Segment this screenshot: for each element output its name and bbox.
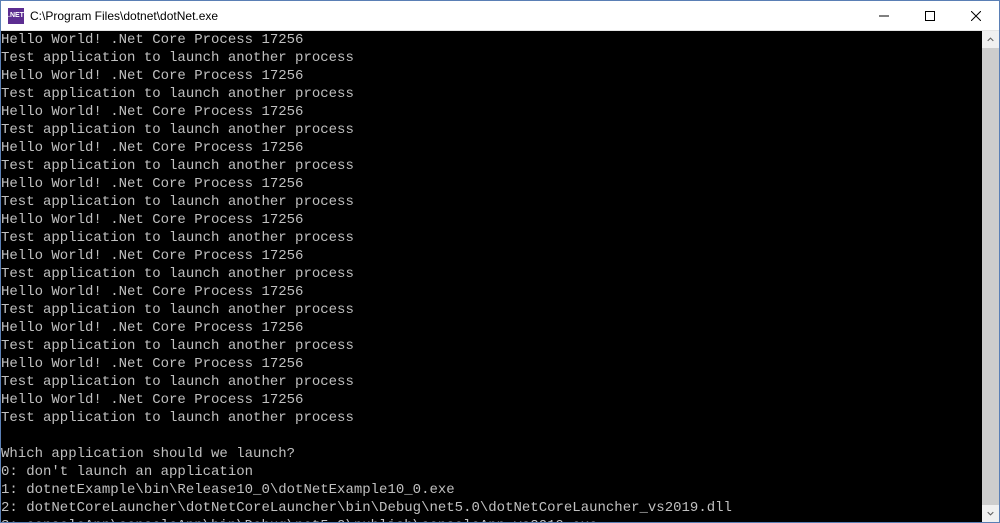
window-controls — [861, 1, 999, 30]
console-area: Hello World! .Net Core Process 17256 Tes… — [1, 31, 999, 522]
maximize-button[interactable] — [907, 1, 953, 30]
dotnet-icon: .NET — [8, 8, 24, 24]
vertical-scrollbar[interactable] — [982, 31, 999, 522]
minimize-icon — [879, 11, 889, 21]
minimize-button[interactable] — [861, 1, 907, 30]
scroll-down-button[interactable] — [982, 505, 999, 522]
maximize-icon — [925, 11, 935, 21]
console-output[interactable]: Hello World! .Net Core Process 17256 Tes… — [1, 31, 982, 522]
window-title: C:\Program Files\dotnet\dotNet.exe — [30, 9, 861, 23]
scroll-track[interactable] — [982, 48, 999, 505]
chevron-up-icon — [987, 36, 994, 43]
chevron-down-icon — [987, 510, 994, 517]
close-icon — [971, 11, 981, 21]
window-titlebar[interactable]: .NET C:\Program Files\dotnet\dotNet.exe — [1, 1, 999, 31]
close-button[interactable] — [953, 1, 999, 30]
scroll-thumb[interactable] — [982, 48, 999, 505]
scroll-up-button[interactable] — [982, 31, 999, 48]
